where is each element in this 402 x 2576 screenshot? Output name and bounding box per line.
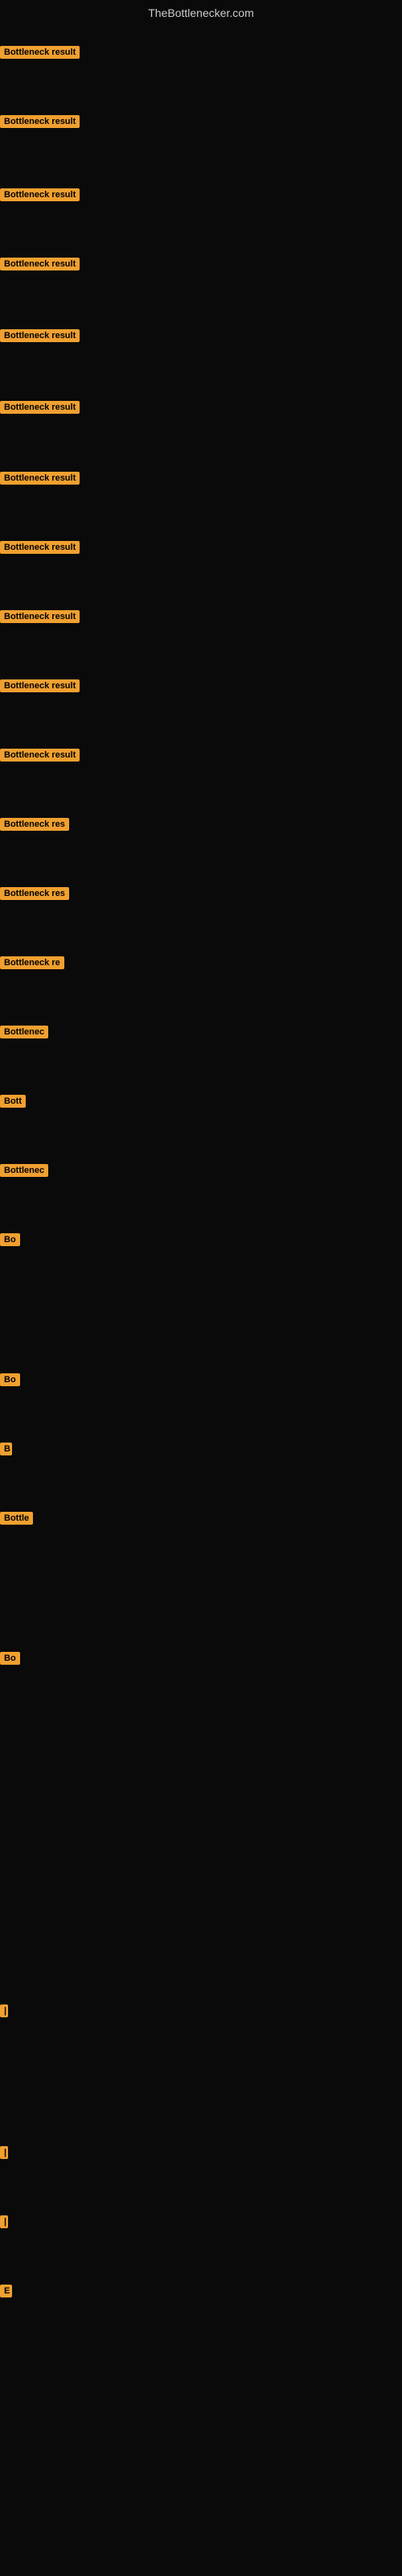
badge-14: Bottleneck re	[0, 956, 64, 969]
badge-21: Bottle	[0, 1512, 33, 1525]
badge-9: Bottleneck result	[0, 610, 80, 623]
badge-10: Bottleneck result	[0, 679, 80, 692]
badge-16: Bott	[0, 1095, 26, 1108]
badge-20: B	[0, 1443, 12, 1455]
badge-25: |	[0, 2215, 8, 2228]
badge-6: Bottleneck result	[0, 401, 80, 414]
badge-13: Bottleneck res	[0, 887, 69, 900]
badge-22: Bo	[0, 1652, 20, 1665]
badge-26: E	[0, 2285, 12, 2297]
badge-4: Bottleneck result	[0, 258, 80, 270]
badge-8: Bottleneck result	[0, 541, 80, 554]
badge-12: Bottleneck res	[0, 818, 69, 831]
badge-2: Bottleneck result	[0, 115, 80, 128]
badge-19: Bo	[0, 1373, 20, 1386]
badge-3: Bottleneck result	[0, 188, 80, 201]
badge-7: Bottleneck result	[0, 472, 80, 485]
badge-15: Bottlenec	[0, 1026, 48, 1038]
badge-5: Bottleneck result	[0, 329, 80, 342]
badge-23: |	[0, 2004, 8, 2017]
badge-17: Bottlenec	[0, 1164, 48, 1177]
badge-24: |	[0, 2146, 8, 2159]
badge-1: Bottleneck result	[0, 46, 80, 59]
badge-11: Bottleneck result	[0, 749, 80, 762]
badge-18: Bo	[0, 1233, 20, 1246]
